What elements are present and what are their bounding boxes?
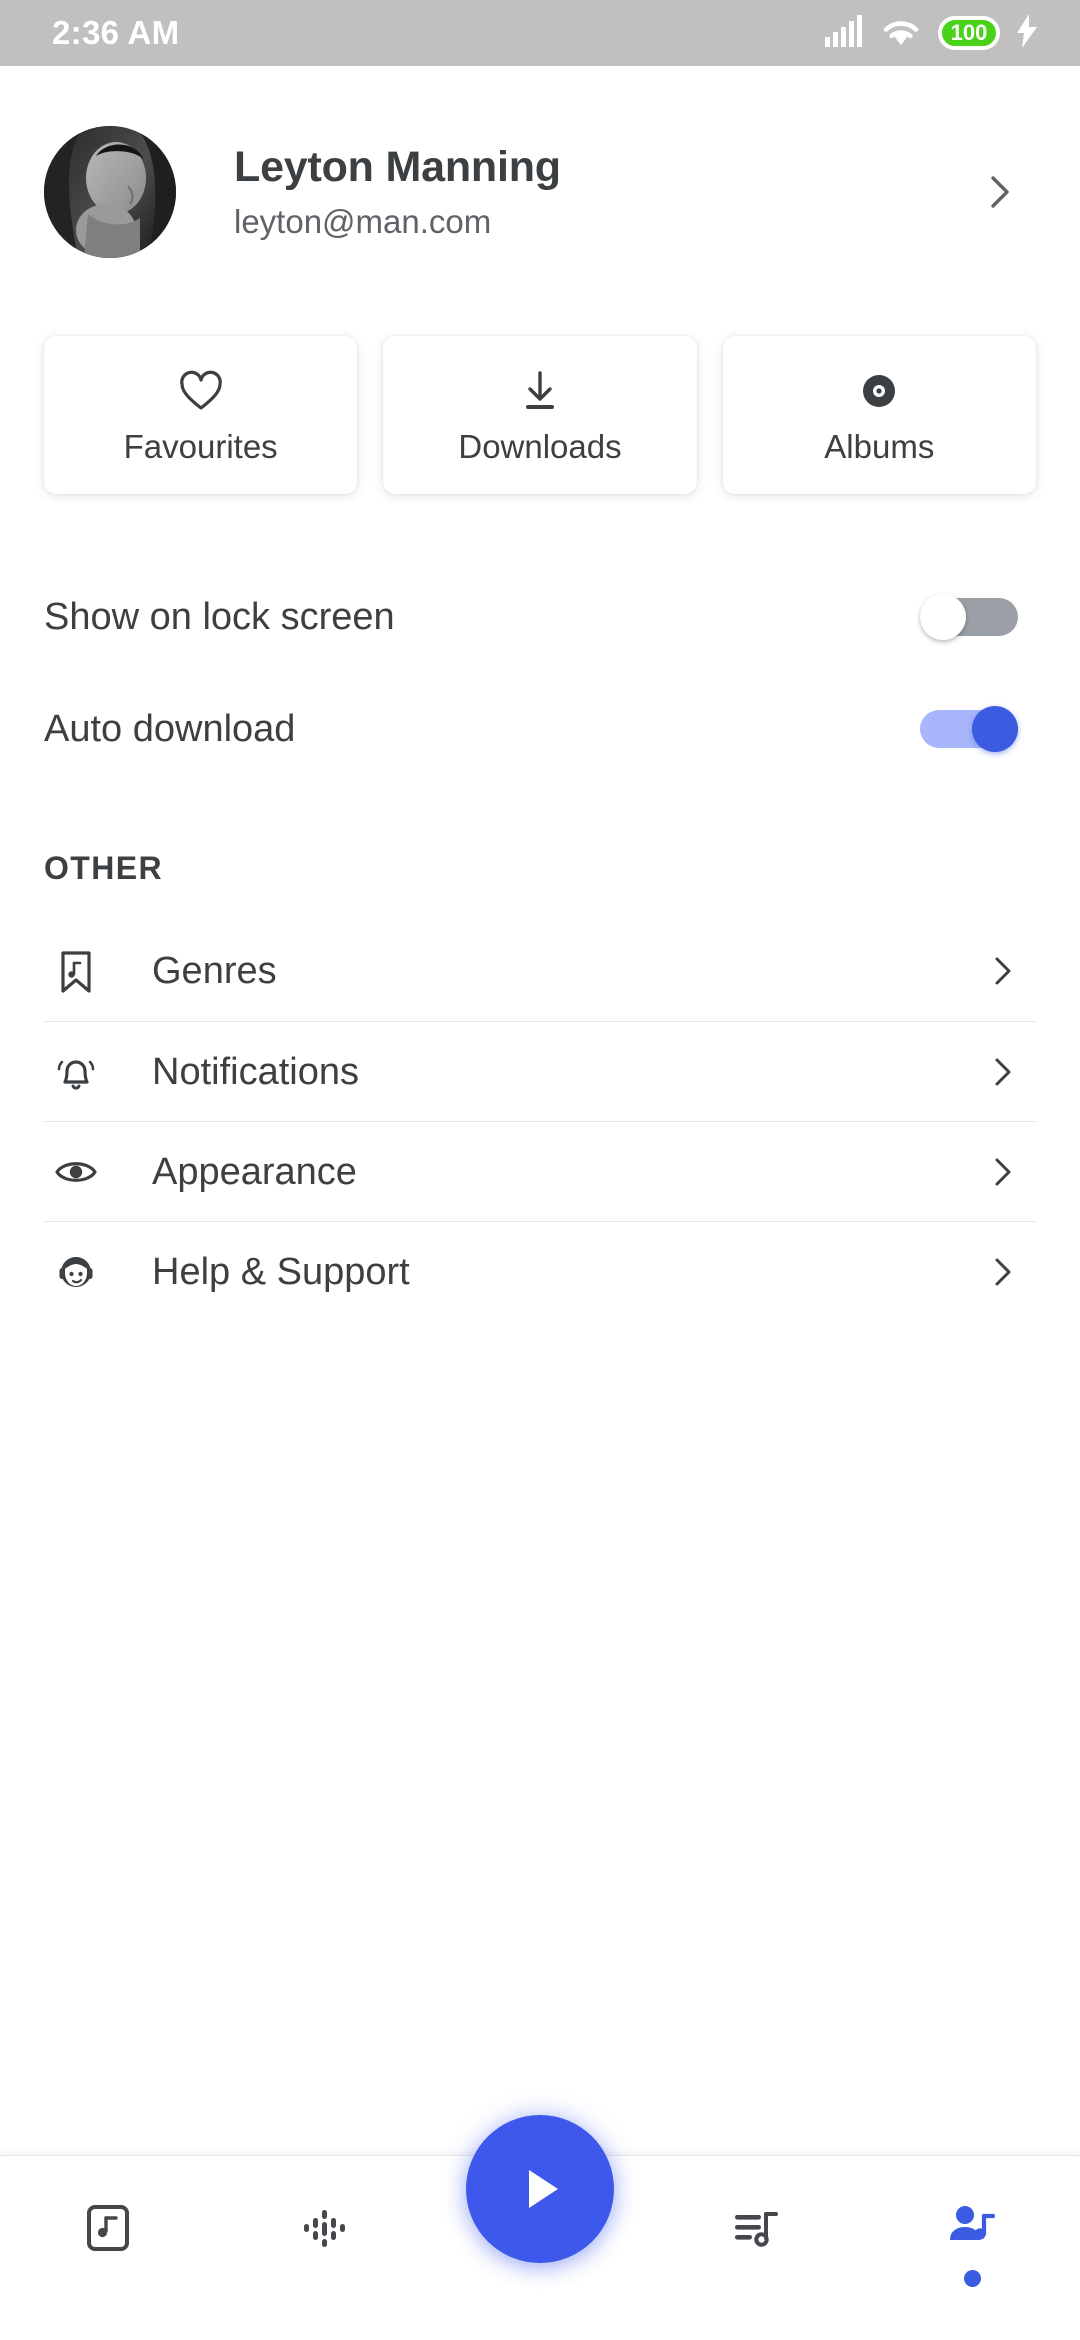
list-item-notifications[interactable]: Notifications <box>44 1021 1036 1121</box>
status-icons: 100 <box>824 13 1038 53</box>
wifi-icon <box>880 15 922 52</box>
battery-icon: 100 <box>938 16 1000 50</box>
list-item-appearance[interactable]: Appearance <box>44 1121 1036 1221</box>
support-agent-icon <box>52 1248 100 1296</box>
status-time: 2:36 AM <box>52 14 180 51</box>
setting-auto-download[interactable]: Auto download <box>44 692 1036 766</box>
battery-level: 100 <box>950 20 988 45</box>
setting-show-on-lock-screen[interactable]: Show on lock screen <box>44 580 1036 654</box>
music-square-icon <box>80 2200 136 2256</box>
heart-icon <box>178 368 224 414</box>
profile-music-icon <box>944 2200 1000 2256</box>
toggle-thumb <box>920 594 966 640</box>
nav-item-podcasts[interactable] <box>216 2200 432 2287</box>
auto-download-toggle[interactable] <box>920 706 1018 752</box>
chevron-right-icon[interactable] <box>986 1255 1020 1289</box>
nav-item-songs[interactable] <box>0 2200 216 2287</box>
list-item-label: Notifications <box>152 1050 359 1093</box>
bookmark-music-icon <box>52 947 100 995</box>
bell-ring-icon <box>52 1048 100 1096</box>
download-icon <box>517 368 563 414</box>
profile-row[interactable]: Leyton Manning leyton@man.com <box>0 66 1080 258</box>
card-label: Favourites <box>123 427 278 465</box>
profile-email: leyton@man.com <box>234 203 492 241</box>
quick-cards-row: Favourites Downloads Albums <box>0 258 1080 494</box>
card-downloads[interactable]: Downloads <box>383 336 697 494</box>
status-bar: 2:36 AM 100 <box>0 0 1080 66</box>
playlist-music-icon <box>728 2200 784 2256</box>
show-on-lock-screen-toggle[interactable] <box>920 594 1018 640</box>
toggle-thumb <box>972 706 1018 752</box>
avatar <box>44 126 176 258</box>
card-albums[interactable]: Albums <box>722 336 1036 494</box>
toggle-settings: Show on lock screen Auto download <box>0 494 1080 766</box>
card-favourites[interactable]: Favourites <box>44 336 358 494</box>
profile-text: Leyton Manning leyton@man.com <box>234 142 980 241</box>
list-item-label: Appearance <box>152 1150 357 1193</box>
list-item-genres[interactable]: Genres <box>44 921 1036 1021</box>
chevron-right-icon[interactable] <box>980 172 1020 212</box>
app-screen: 2:36 AM 100 Leyton Manning leyton@man.co… <box>0 0 1080 2340</box>
podcast-waveform-icon <box>296 2200 352 2256</box>
signal-bars-icon <box>824 14 864 52</box>
play-fab-button[interactable] <box>466 2115 614 2263</box>
setting-label: Show on lock screen <box>44 596 395 638</box>
card-label: Downloads <box>458 427 622 465</box>
profile-name: Leyton Manning <box>234 143 561 192</box>
nav-item-playlists[interactable] <box>648 2200 864 2287</box>
chevron-right-icon[interactable] <box>986 1055 1020 1089</box>
card-label: Albums <box>824 427 935 465</box>
eye-icon <box>52 1148 100 1196</box>
nav-active-dot <box>963 2270 981 2287</box>
list-item-label: Help & Support <box>152 1250 410 1293</box>
other-settings-list: Genres Notifications Appearance Help & S… <box>0 921 1080 1321</box>
play-icon <box>512 2161 568 2217</box>
chevron-right-icon[interactable] <box>986 1155 1020 1189</box>
section-heading-other: OTHER <box>44 850 163 886</box>
list-item-help-support[interactable]: Help & Support <box>44 1221 1036 1321</box>
list-item-label: Genres <box>152 950 277 992</box>
vinyl-disc-icon <box>856 368 902 414</box>
charging-bolt-icon <box>1016 13 1038 53</box>
setting-label: Auto download <box>44 708 296 750</box>
chevron-right-icon[interactable] <box>986 954 1020 988</box>
nav-item-profile[interactable] <box>864 2200 1080 2287</box>
bottom-area <box>0 2115 1080 2340</box>
